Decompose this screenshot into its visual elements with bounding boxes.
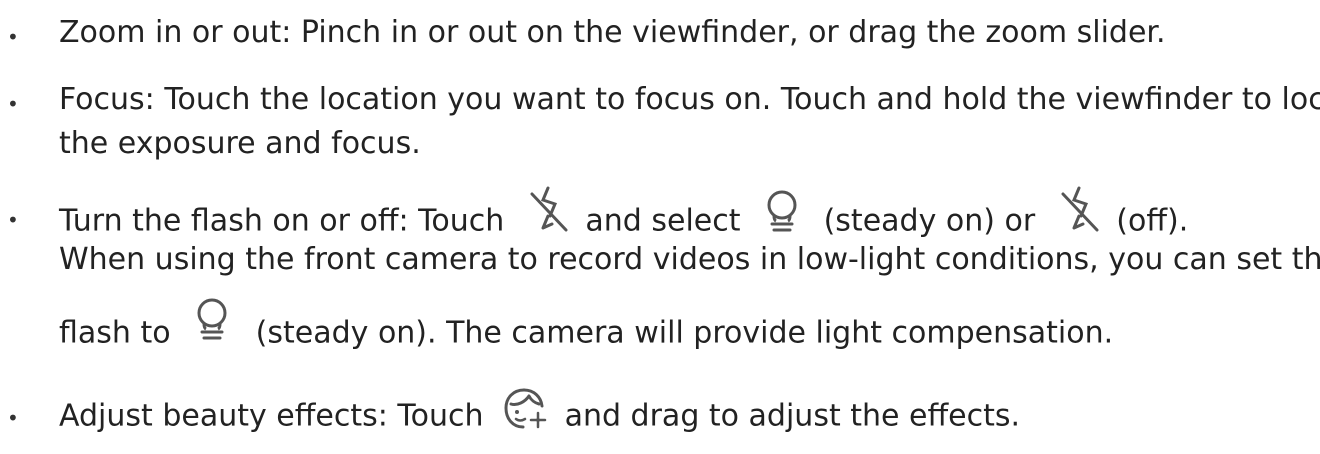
beauty-instruction-text-2: and drag to adjust the effects. — [564, 398, 1021, 434]
flash-off-icon — [526, 184, 570, 236]
flash-note-line1: When using the front camera to record vi… — [59, 242, 1320, 277]
beauty-instruction: Adjust beauty effects: Touch and drag to… — [59, 388, 1021, 440]
bullet-marker: • — [7, 208, 19, 232]
flash-note-text-2: (steady on). The camera will provide lig… — [255, 315, 1114, 351]
bullet-marker: • — [7, 406, 19, 430]
focus-instruction-line2: the exposure and focus. — [59, 126, 421, 161]
flash-off-icon — [1057, 184, 1101, 236]
flash-instruction-text-1: Turn the flash on or off: Touch — [59, 203, 505, 239]
beauty-instruction-text-1: Adjust beauty effects: Touch — [59, 398, 484, 434]
bullet-marker: • — [7, 92, 19, 116]
flash-note-text-1: flash to — [59, 315, 171, 351]
flash-steady-on-icon — [192, 297, 232, 343]
flash-steady-on-icon — [762, 189, 802, 235]
flash-instruction-text-3: (steady on) or — [823, 203, 1036, 239]
zoom-instruction: Zoom in or out: Pinch in or out on the v… — [59, 15, 1166, 50]
flash-instruction-text-4: (off). — [1116, 203, 1189, 239]
flash-note-line2: flash to (steady on). The camera will pr… — [59, 298, 1114, 357]
beauty-icon — [501, 386, 547, 432]
bullet-marker: • — [7, 25, 19, 49]
flash-instruction-text-2: and select — [585, 203, 741, 239]
focus-instruction-line1: Focus: Touch the location you want to fo… — [59, 82, 1320, 117]
